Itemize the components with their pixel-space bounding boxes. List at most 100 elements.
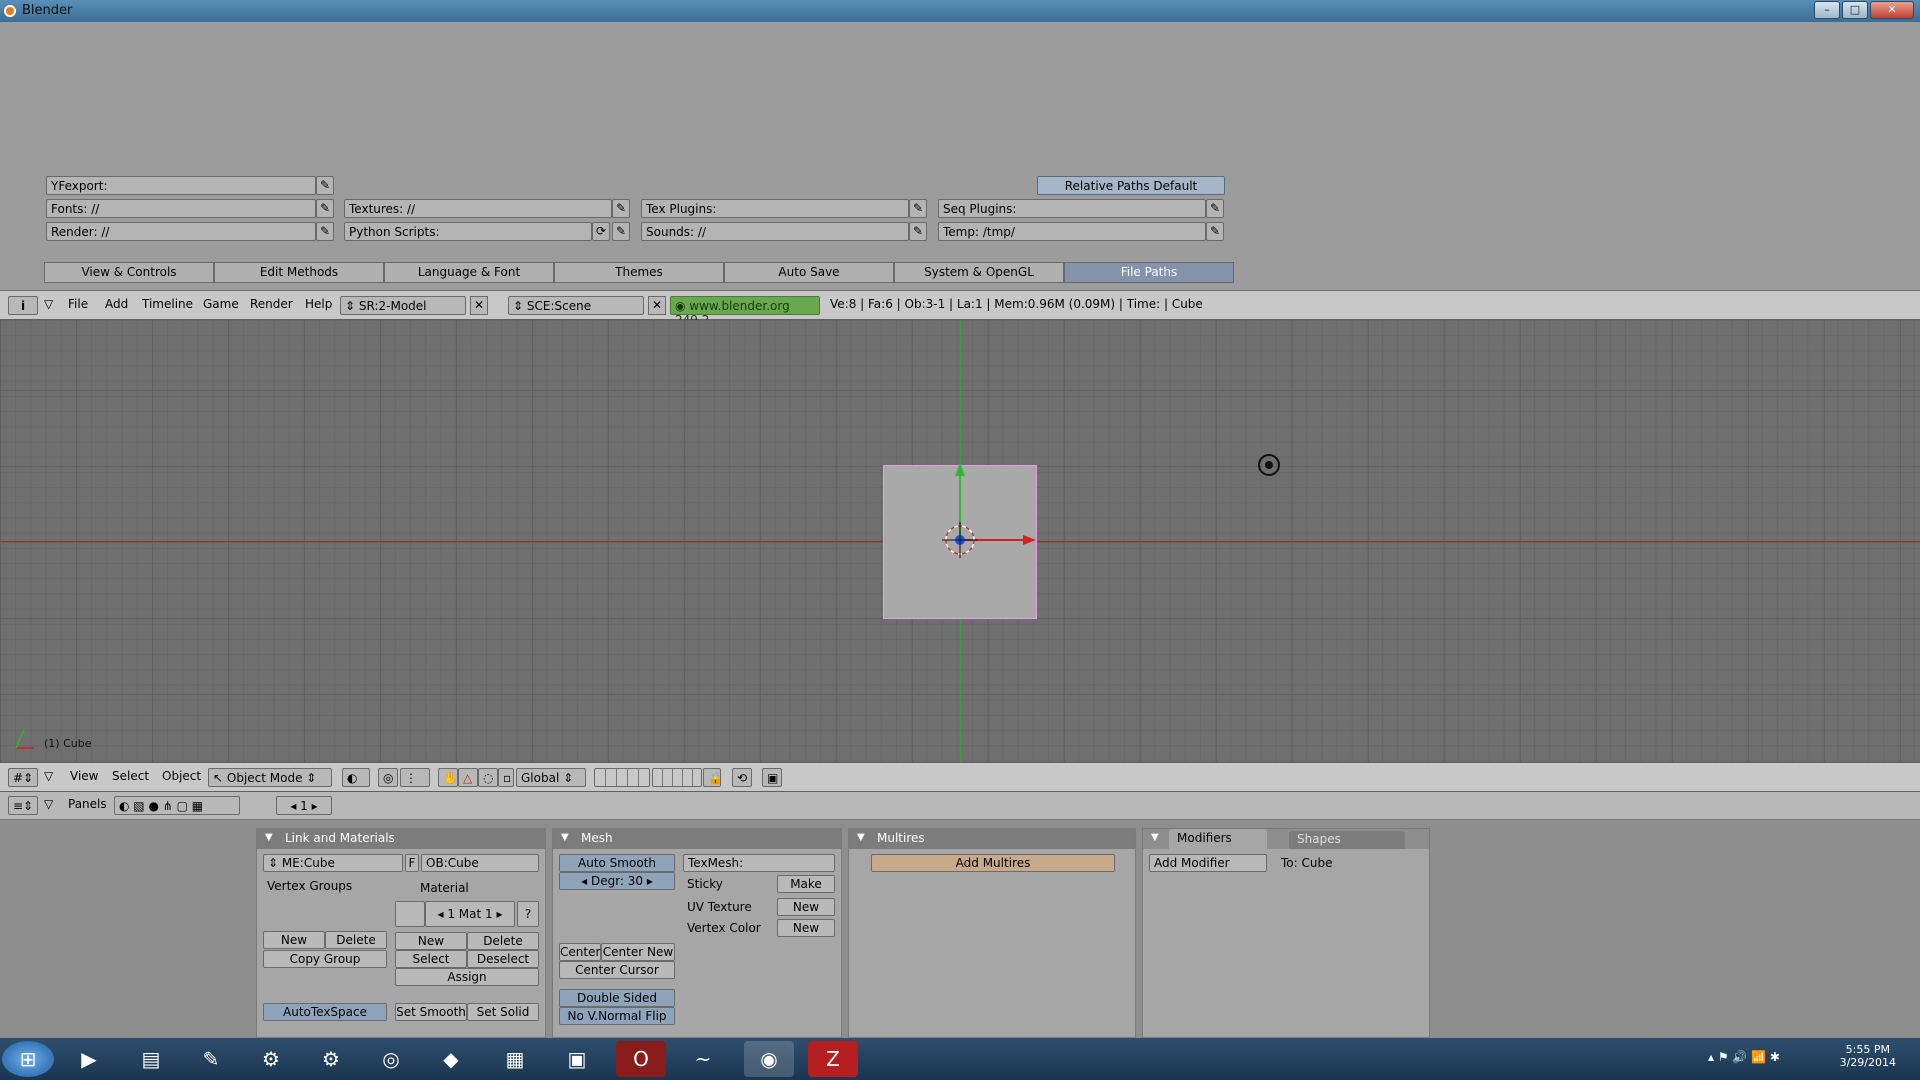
tab-auto-save[interactable]: Auto Save	[724, 262, 894, 283]
yfexport-path-field[interactable]: YFexport:	[46, 176, 316, 195]
center-button[interactable]: Center	[559, 943, 601, 961]
app-icon-3[interactable]: ◎	[366, 1041, 416, 1077]
yfexport-browse-icon[interactable]: ✎	[316, 176, 334, 195]
python-scripts-refresh-icon[interactable]: ⟳	[592, 222, 610, 241]
collapse-menus-icon[interactable]: ▽	[44, 797, 53, 811]
object-name-field[interactable]: OB:Cube	[421, 854, 539, 872]
menu-add[interactable]: Add	[105, 297, 128, 311]
menu-timeline[interactable]: Timeline	[142, 297, 193, 311]
relative-paths-default-toggle[interactable]: Relative Paths Default	[1037, 176, 1225, 195]
textures-path-field[interactable]: Textures: //	[344, 199, 612, 218]
app-icon-4[interactable]: ◆	[426, 1041, 476, 1077]
tab-modifiers[interactable]: Modifiers	[1169, 829, 1267, 849]
delete-screen-button[interactable]: ✕	[470, 296, 488, 315]
material-new-button[interactable]: New	[395, 932, 467, 950]
temp-browse-icon[interactable]: ✎	[1206, 222, 1224, 241]
material-assign-button[interactable]: Assign	[395, 968, 539, 986]
sounds-path-field[interactable]: Sounds: //	[641, 222, 909, 241]
python-scripts-path-field[interactable]: Python Scripts:	[344, 222, 592, 241]
render-browse-icon[interactable]: ✎	[316, 222, 334, 241]
translate-icon[interactable]: △	[458, 768, 478, 787]
texmesh-field[interactable]: TexMesh:	[683, 854, 835, 872]
vertex-color-new-button[interactable]: New	[777, 919, 835, 937]
tab-themes[interactable]: Themes	[554, 262, 724, 283]
add-multires-button[interactable]: Add Multires	[871, 854, 1115, 872]
tab-edit-methods[interactable]: Edit Methods	[214, 262, 384, 283]
app-icon-2[interactable]: ⚙	[306, 1041, 356, 1077]
seq-plugins-browse-icon[interactable]: ✎	[1206, 199, 1224, 218]
sounds-browse-icon[interactable]: ✎	[909, 222, 927, 241]
tab-system-opengl[interactable]: System & OpenGL	[894, 262, 1064, 283]
seq-plugins-path-field[interactable]: Seq Plugins:	[938, 199, 1206, 218]
start-button[interactable]: ⊞	[2, 1041, 54, 1077]
calculator-icon[interactable]: ▦	[490, 1041, 540, 1077]
center-cursor-button[interactable]: Center Cursor	[559, 961, 675, 979]
scene-selector[interactable]: ⇕ SCE:Scene	[508, 296, 644, 315]
mode-selector[interactable]: ↖ Object Mode ⇕	[208, 768, 332, 787]
collapse-menus-icon[interactable]: ▽	[44, 297, 53, 311]
menu-view[interactable]: View	[70, 769, 98, 783]
no-vnormal-flip-toggle[interactable]: No V.Normal Flip	[559, 1007, 675, 1025]
menu-help[interactable]: Help	[305, 297, 332, 311]
render-path-field[interactable]: Render: //	[46, 222, 316, 241]
minimize-button[interactable]: –	[1814, 1, 1840, 19]
opera-browser-icon[interactable]: O	[616, 1041, 666, 1077]
3d-viewport[interactable]: (1) Cube	[0, 320, 1920, 762]
double-sided-toggle[interactable]: Double Sided	[559, 989, 675, 1007]
lock-layers-icon[interactable]: 🔒	[703, 768, 723, 787]
mesh-panel-header[interactable]: ▼ Mesh	[553, 829, 841, 849]
textures-browse-icon[interactable]: ✎	[612, 199, 630, 218]
auto-smooth-toggle[interactable]: Auto Smooth	[559, 854, 675, 872]
buttons-window-type-icon[interactable]: ≡⇕	[8, 796, 38, 815]
set-smooth-button[interactable]: Set Smooth	[395, 1003, 467, 1021]
collapse-triangle-icon[interactable]: ▼	[1151, 832, 1159, 843]
file-explorer-icon[interactable]: ▤	[126, 1041, 176, 1077]
filezilla-icon[interactable]: Z	[808, 1041, 858, 1077]
rotate-icon[interactable]: ◌	[478, 768, 498, 787]
context-buttons-group[interactable]: ◐ ▧ ● ⋔ ▢ ▦	[114, 796, 240, 815]
pivot-icon[interactable]: ◎	[378, 768, 398, 787]
autotexspace-toggle[interactable]: AutoTexSpace	[263, 1003, 387, 1021]
notes-app-icon[interactable]: ✎	[186, 1041, 236, 1077]
system-clock[interactable]: 5:55 PM 3/29/2014	[1840, 1043, 1896, 1069]
temp-path-field[interactable]: Temp: /tmp/	[938, 222, 1206, 241]
system-tray-icons[interactable]: ▴ ⚑ 🔊 📶 ✱	[1708, 1050, 1780, 1064]
menu-select[interactable]: Select	[112, 769, 149, 783]
center-new-button[interactable]: Center New	[601, 943, 675, 961]
python-app-icon[interactable]: ~	[678, 1041, 728, 1077]
collapse-triangle-icon[interactable]: ▼	[561, 832, 569, 843]
collapse-triangle-icon[interactable]: ▼	[265, 832, 273, 843]
multires-panel-header[interactable]: ▼ Multires	[849, 829, 1135, 849]
uv-texture-new-button[interactable]: New	[777, 898, 835, 916]
scale-icon[interactable]: ▫	[498, 768, 514, 787]
layer-buttons-group-2[interactable]	[652, 768, 702, 787]
transform-manipulator-icon[interactable]	[930, 460, 1050, 620]
tex-plugins-browse-icon[interactable]: ✎	[909, 199, 927, 218]
material-help-button[interactable]: ?	[517, 901, 539, 927]
blender-website-link[interactable]: ◉ www.blender.org 249.2	[670, 296, 820, 327]
render-preview-icon[interactable]: ▣	[762, 768, 782, 787]
lamp-object-icon[interactable]	[1258, 454, 1280, 476]
fonts-path-field[interactable]: Fonts: //	[46, 199, 316, 218]
mesh-datablock-field[interactable]: ⇕ ME:Cube	[263, 854, 403, 872]
global-scene-icon[interactable]: ⟲	[732, 768, 752, 787]
menu-object[interactable]: Object	[162, 769, 201, 783]
set-solid-button[interactable]: Set Solid	[467, 1003, 539, 1021]
menu-file[interactable]: File	[68, 297, 88, 311]
paint-icon[interactable]: ▣	[552, 1041, 602, 1077]
collapse-menus-icon[interactable]: ▽	[44, 769, 53, 783]
app-icon-1[interactable]: ⚙	[246, 1041, 296, 1077]
vgroup-new-button[interactable]: New	[263, 931, 325, 949]
degree-slider[interactable]: ◂ Degr: 30 ▸	[559, 872, 675, 890]
screen-selector[interactable]: ⇕ SR:2-Model	[340, 296, 466, 315]
material-color-swatch[interactable]	[395, 901, 425, 927]
layers-icon[interactable]: ⋮	[400, 768, 430, 787]
material-delete-button[interactable]: Delete	[467, 932, 539, 950]
maximize-button[interactable]: □	[1842, 1, 1868, 19]
menu-render[interactable]: Render	[250, 297, 293, 311]
menu-game[interactable]: Game	[203, 297, 239, 311]
material-deselect-button[interactable]: Deselect	[467, 950, 539, 968]
draw-type-selector[interactable]: ◐	[342, 768, 370, 787]
copy-group-button[interactable]: Copy Group	[263, 950, 387, 968]
hand-icon[interactable]: ✋	[438, 768, 458, 787]
